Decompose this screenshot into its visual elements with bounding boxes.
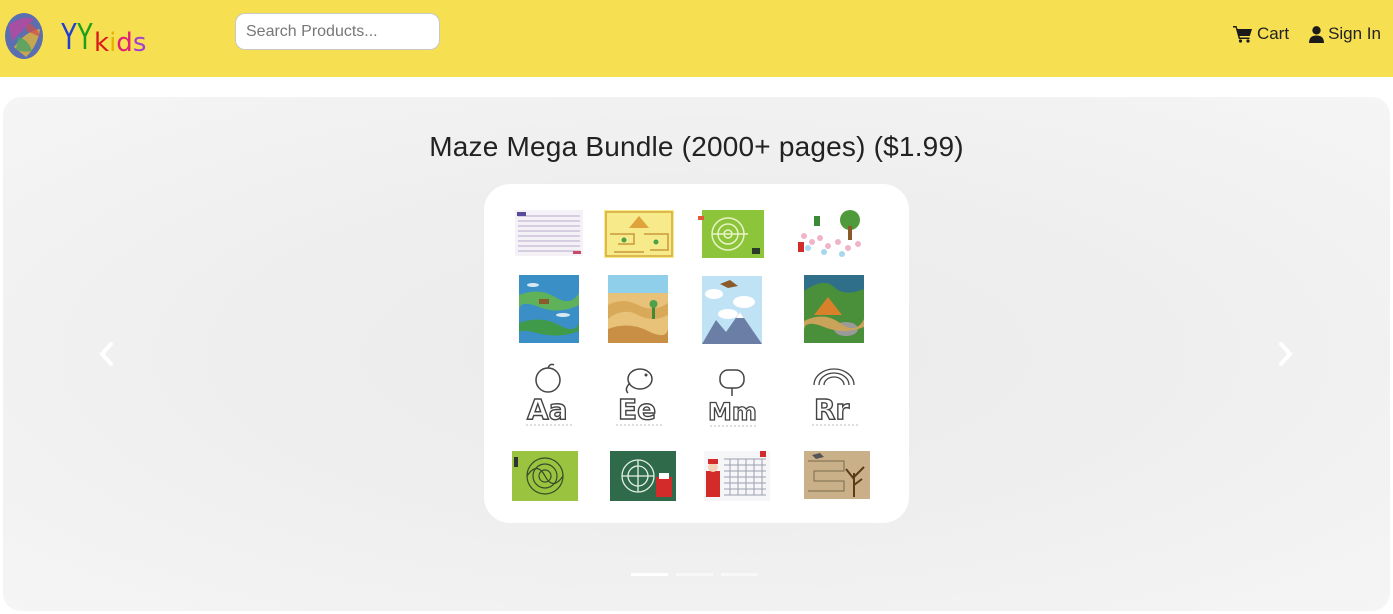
carousel-prev-button[interactable]	[91, 337, 121, 371]
home-logo-link[interactable]: Y Y k i d s	[0, 0, 160, 70]
top-navbar: Y Y k i d s Cart Sign In	[0, 0, 1393, 77]
brand-letter: s	[132, 28, 147, 58]
slide-title: Maze Mega Bundle (2000+ pages) ($1.99)	[429, 131, 964, 162]
mailbox-letter-m-thumbnail: Mm	[706, 364, 760, 432]
forest-path-maze-thumbnail	[794, 208, 872, 260]
brand-letter: Y	[61, 17, 77, 58]
sign-in-label: Sign In	[1328, 24, 1381, 43]
chevron-left-icon	[99, 342, 113, 366]
cart-link[interactable]: Cart	[1232, 24, 1290, 44]
svg-text:Ee: Ee	[618, 393, 656, 426]
svg-text:Rr: Rr	[814, 393, 850, 426]
brand-letter: i	[109, 28, 117, 58]
brand-letter: d	[116, 28, 133, 58]
nav-actions: Cart Sign In	[1232, 24, 1381, 44]
svg-text:Mm: Mm	[708, 398, 757, 426]
carousel-indicators	[631, 573, 758, 576]
search-input[interactable]	[235, 13, 440, 50]
apple-letter-a-thumbnail: Aa	[522, 363, 576, 431]
green-tangle-maze-thumbnail	[512, 451, 578, 501]
product-image-card[interactable]: Aa Ee Mm Rr	[484, 184, 909, 523]
slide-indicator-2[interactable]	[676, 573, 713, 576]
green-maze-thumbnail	[698, 210, 764, 258]
cart-label: Cart	[1256, 24, 1290, 43]
painted-stone-logo	[5, 13, 43, 59]
slide-indicator-3[interactable]	[721, 573, 758, 576]
desert-dune-maze-thumbnail	[608, 275, 668, 343]
brand-letter: k	[94, 28, 110, 58]
carousel-next-button[interactable]	[1271, 337, 1301, 371]
sign-in-link[interactable]: Sign In	[1309, 24, 1381, 44]
mountain-bird-maze-thumbnail	[702, 276, 762, 344]
chevron-right-icon	[1279, 342, 1293, 366]
slide-indicator-1[interactable]	[631, 573, 668, 576]
santa-chimney-maze-thumbnail	[610, 451, 676, 501]
brand-wordmark: Y Y k i d s	[58, 6, 147, 58]
svg-text:Aa: Aa	[527, 393, 568, 426]
bird-tree-maze-thumbnail	[804, 451, 870, 499]
rainbow-letter-r-thumbnail: Rr	[808, 363, 862, 431]
elephant-letter-e-thumbnail: Ee	[612, 363, 666, 431]
santa-snow-maze-thumbnail	[704, 451, 770, 501]
brand-letter: Y	[77, 17, 93, 58]
cart-icon	[1232, 26, 1252, 43]
desert-pyramid-maze-thumbnail	[604, 210, 674, 258]
product-carousel: Maze Mega Bundle (2000+ pages) ($1.99) A…	[3, 97, 1390, 611]
text-maze-thumbnail	[515, 210, 583, 256]
river-maze-thumbnail	[519, 275, 579, 343]
user-icon	[1309, 25, 1325, 43]
jungle-maze-thumbnail	[804, 275, 864, 343]
